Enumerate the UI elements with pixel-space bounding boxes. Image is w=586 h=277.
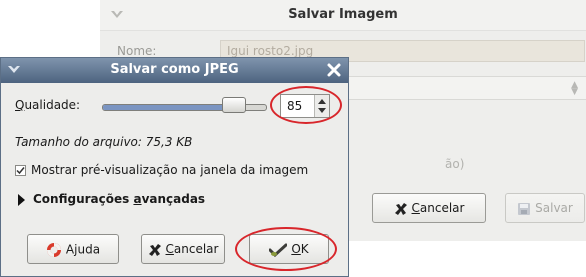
save-folder-combo[interactable]: ▲ ▼ — [346, 76, 586, 100]
preview-checkbox-label[interactable]: Mostrar pré-visualização na janela da im… — [31, 163, 308, 177]
close-icon[interactable] — [326, 62, 342, 78]
preview-checkbox[interactable] — [15, 165, 26, 176]
filename-value: Igui rosto2.jpg — [227, 44, 314, 58]
cancel-x-icon — [394, 202, 407, 215]
combo-arrows-icon: ▲ ▼ — [571, 80, 578, 97]
save-button[interactable]: Salvar — [505, 193, 585, 223]
quality-slider[interactable] — [102, 96, 267, 116]
file-size-text: Tamanho do arquivo: 75,3 KB — [15, 135, 193, 149]
help-label: Ajuda — [65, 242, 101, 257]
quality-slider-handle[interactable] — [222, 97, 246, 113]
expander-arrow-icon[interactable] — [18, 194, 25, 206]
advanced-settings-expander[interactable]: Configurações avançadas — [33, 192, 205, 206]
save-label: Salvar — [535, 201, 573, 215]
save-image-cancel-button[interactable]: Cancelar — [372, 193, 486, 223]
jpeg-cancel-label: Cancelar — [165, 242, 219, 256]
save-floppy-icon — [518, 202, 531, 215]
help-lifebuoy-icon — [46, 243, 61, 257]
quality-slider-fill — [103, 105, 227, 110]
jpeg-dialog-title: Salvar como JPEG — [110, 62, 239, 77]
save-image-title: Salvar Imagem — [288, 7, 398, 22]
save-image-titlebar: Salvar Imagem — [100, 0, 586, 31]
partial-label: ão) — [445, 157, 465, 171]
highlight-quality-circle — [270, 86, 342, 124]
cancel-x-icon — [148, 243, 161, 256]
help-button[interactable]: Ajuda — [27, 234, 119, 264]
highlight-ok-circle — [235, 227, 337, 271]
quality-label: Qualidade: — [15, 98, 81, 112]
cancel-label: Cancelar — [411, 201, 465, 215]
checkbox-check-icon — [16, 167, 25, 175]
jpeg-titlebar: Salvar como JPEG — [1, 58, 348, 83]
jpeg-cancel-button[interactable]: Cancelar — [141, 234, 225, 264]
name-label: Nome: — [117, 44, 157, 58]
